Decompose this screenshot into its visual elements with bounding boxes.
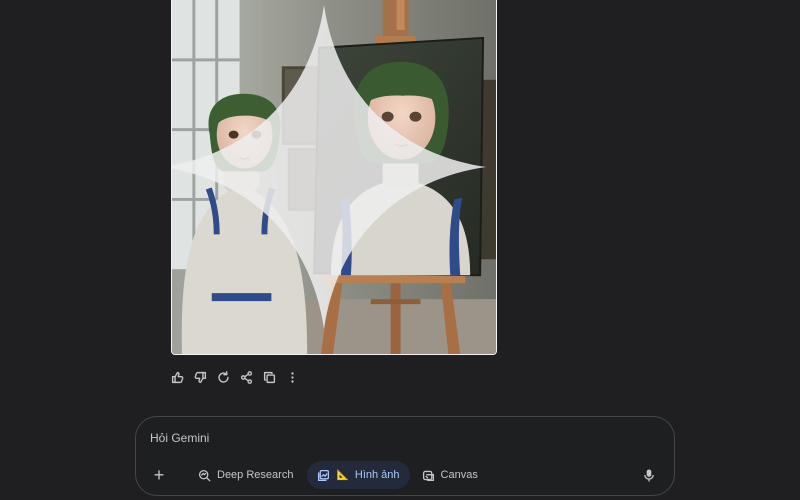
prompt-input[interactable] <box>150 431 550 445</box>
gemini-sparkle-icon <box>172 4 486 329</box>
response-actions <box>170 368 299 386</box>
mic-icon <box>644 468 654 482</box>
canvas-label: Canvas <box>440 469 478 481</box>
add-button[interactable]: + <box>146 462 172 488</box>
canvas-icon <box>422 470 434 481</box>
generated-image[interactable] <box>171 0 497 355</box>
deep-research-icon <box>198 469 211 481</box>
canvas-button[interactable]: Canvas <box>412 461 488 489</box>
triangle-ruler-emoji: 📐 <box>336 469 349 481</box>
mic-button[interactable] <box>636 462 662 488</box>
plus-icon: + <box>153 464 165 485</box>
thumbs-down-icon[interactable] <box>193 369 207 385</box>
refresh-icon[interactable] <box>216 369 230 385</box>
gemini-chat-page: + Deep Research 📐 Hình ảnh Canvas <box>0 0 800 500</box>
deep-research-label: Deep Research <box>217 469 294 481</box>
prompt-toolbar: + Deep Research 📐 Hình ảnh Canvas <box>144 461 666 489</box>
more-vert-icon[interactable] <box>285 369 299 385</box>
thumbs-up-icon[interactable] <box>170 369 184 385</box>
prompt-box: + Deep Research 📐 Hình ảnh Canvas <box>135 416 675 496</box>
image-icon <box>318 469 330 481</box>
images-button[interactable]: 📐 Hình ảnh <box>307 461 410 489</box>
copy-icon[interactable] <box>262 369 276 385</box>
deep-research-button[interactable]: Deep Research <box>188 461 303 489</box>
share-icon[interactable] <box>239 369 253 385</box>
images-label: Hình ảnh <box>354 469 400 481</box>
